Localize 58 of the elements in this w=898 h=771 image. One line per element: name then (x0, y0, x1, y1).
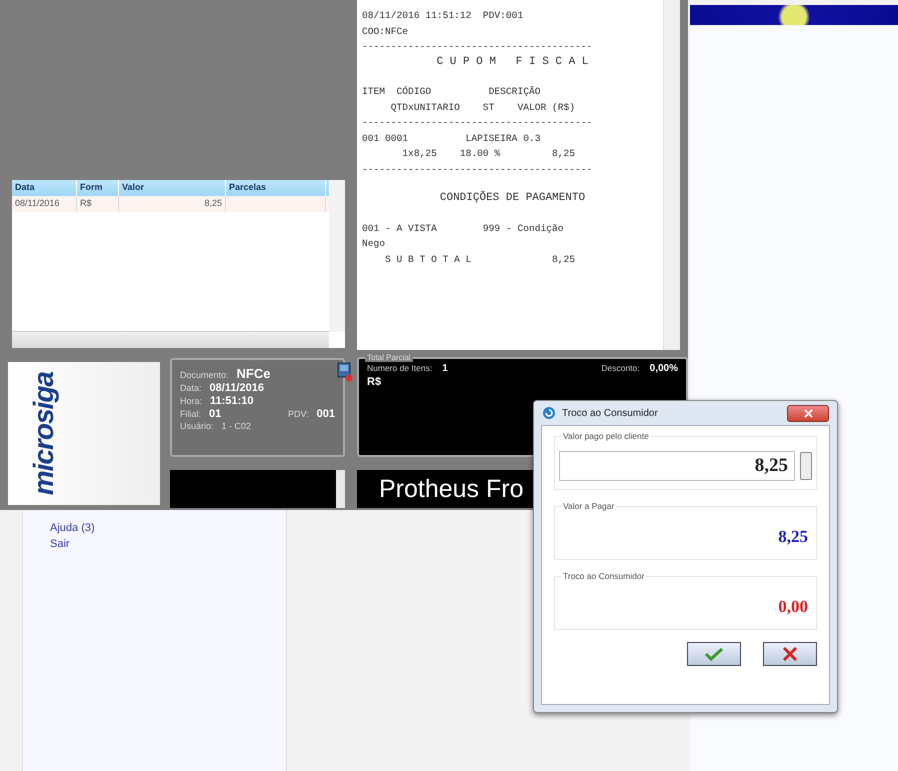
field-value: 001 (316, 408, 335, 420)
banner-text: Protheus Fro (379, 474, 524, 504)
field-label: Hora: (180, 396, 202, 406)
cancel-icon (782, 647, 798, 661)
horizontal-scrollbar[interactable] (12, 331, 329, 348)
check-icon (704, 647, 724, 661)
receipt-line: 1x8,25 18.00 % 8,25 (401, 147, 576, 161)
table-cell: 08/11/2016 (12, 196, 77, 212)
field-label: Desconto: (601, 363, 640, 373)
field-value: 0,00% (650, 363, 678, 374)
field-label: PDV: (288, 409, 309, 419)
sidebar-link[interactable]: Ajuda (3) (50, 522, 286, 534)
brand-logo: microsiga (28, 372, 60, 496)
field-label: Numero de Itens: (367, 363, 432, 373)
computer-icon[interactable] (337, 362, 353, 382)
close-button[interactable] (787, 404, 829, 422)
group-label: Valor a Pagar (561, 501, 616, 511)
close-icon (804, 408, 812, 418)
receipt-title: C U P O M F I S C A L (436, 54, 590, 70)
receipt-title: CONDIÇÕES DE PAGAMENTO (438, 191, 586, 206)
receipt-line: S U B T O T A L 8,25 (384, 252, 576, 266)
receipt-line: 08/11/2016 11:51:12 PDV:001 (362, 9, 524, 23)
receipt-line: QTDxUNITARIO ST VALOR (R$) (390, 100, 576, 114)
field-label: Usuário: (180, 421, 214, 431)
field-label: Filial: (180, 409, 202, 419)
spin-button[interactable] (800, 452, 812, 480)
receipt-rule: ---------------------------------------- (362, 40, 594, 54)
field-label: Data: (180, 383, 202, 393)
field-label: Documento: (180, 370, 229, 380)
receipt-line: 001 0001 LAPISEIRA 0.3 (362, 132, 542, 146)
amount-field[interactable]: 8,25 (559, 451, 795, 481)
receipt-line: 001 - A VISTA 999 - Condição (362, 222, 565, 236)
amount-value: 0,00 (777, 596, 809, 617)
receipt-line: COO:NFCe (362, 24, 410, 38)
table-cell: 8,25 (119, 196, 226, 212)
receipt-rule: ---------------------------------------- (362, 162, 594, 176)
app-icon (542, 406, 556, 420)
field-value: 1 - C02 (222, 421, 252, 431)
group-label: Troco ao Consumidor (561, 571, 646, 581)
amount-value: 8,25 (777, 526, 809, 547)
receipt-line: Nego (362, 237, 386, 251)
field-value: NFCe (236, 366, 270, 381)
receipt-line: ITEM CÓDIGO DESCRIÇÃO (362, 85, 542, 99)
table-cell: R$ (77, 196, 119, 212)
window-title: Troco ao Consumidor (562, 408, 658, 418)
vertical-scrollbar[interactable] (329, 180, 345, 332)
field-value: 11:51:10 (210, 395, 254, 407)
vertical-scrollbar[interactable] (663, 0, 680, 350)
field-value: 01 (209, 408, 222, 420)
group-label: Valor pago pelo cliente (561, 431, 651, 441)
group-legend: Total Parcial (365, 353, 413, 362)
confirm-button[interactable] (687, 642, 741, 666)
field-value: 08/11/2016 (210, 382, 264, 394)
currency-label: R$ (367, 376, 382, 388)
receipt-rule: ---------------------------------------- (362, 116, 594, 130)
field-value: 1 (442, 363, 448, 374)
cancel-button[interactable] (763, 642, 817, 666)
sidebar-link[interactable]: Sair (50, 538, 286, 550)
